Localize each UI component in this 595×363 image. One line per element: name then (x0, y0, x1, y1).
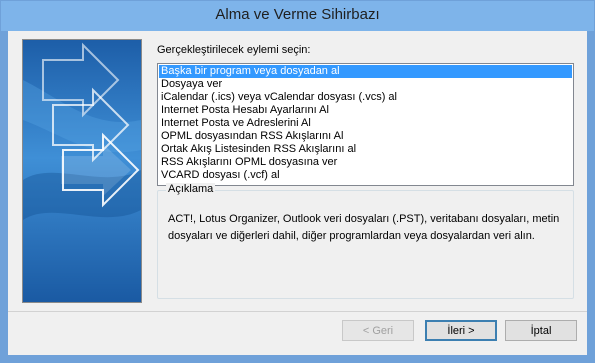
action-list-item[interactable]: Internet Posta ve Adreslerini Al (159, 117, 572, 130)
action-list-item[interactable]: RSS Akışlarını OPML dosyasına ver (159, 156, 572, 169)
wizard-illustration (22, 39, 142, 303)
description-text: ACT!, Lotus Organizer, Outlook veri dosy… (168, 213, 560, 242)
wizard-client-area: Gerçekleştirilecek eylemi seçin: Başka b… (8, 31, 587, 355)
action-list-item[interactable]: Dosyaya ver (159, 78, 572, 91)
next-button[interactable]: İleri > (425, 320, 497, 341)
import-export-arrows-icon (23, 40, 141, 302)
description-groupbox: Açıklama ACT!, Lotus Organizer, Outlook … (157, 183, 574, 299)
button-separator (8, 311, 587, 312)
back-button[interactable]: < Geri (342, 320, 414, 341)
action-list-item[interactable]: Internet Posta Hesabı Ayarlarını Al (159, 104, 572, 117)
action-prompt-label: Gerçekleştirilecek eylemi seçin: (157, 44, 311, 56)
wizard-window: Alma ve Verme Sihirbazı Gerçekleştirilec… (0, 0, 595, 363)
action-list-item[interactable]: Ortak Akış Listesinden RSS Akışlarını al (159, 143, 572, 156)
cancel-button[interactable]: İptal (505, 320, 577, 341)
action-list-item[interactable]: VCARD dosyası (.vcf) al (159, 169, 572, 182)
action-list-item[interactable]: Başka bir program veya dosyadan al (159, 65, 572, 78)
title-bar[interactable]: Alma ve Verme Sihirbazı (1, 1, 594, 31)
action-list-item[interactable]: OPML dosyasından RSS Akışlarını Al (159, 130, 572, 143)
window-title: Alma ve Verme Sihirbazı (215, 6, 380, 23)
action-listbox[interactable]: Başka bir program veya dosyadan al Dosyay… (157, 63, 574, 186)
action-list-item[interactable]: iCalendar (.ics) veya vCalendar dosyası … (159, 91, 572, 104)
description-label: Açıklama (166, 183, 216, 195)
